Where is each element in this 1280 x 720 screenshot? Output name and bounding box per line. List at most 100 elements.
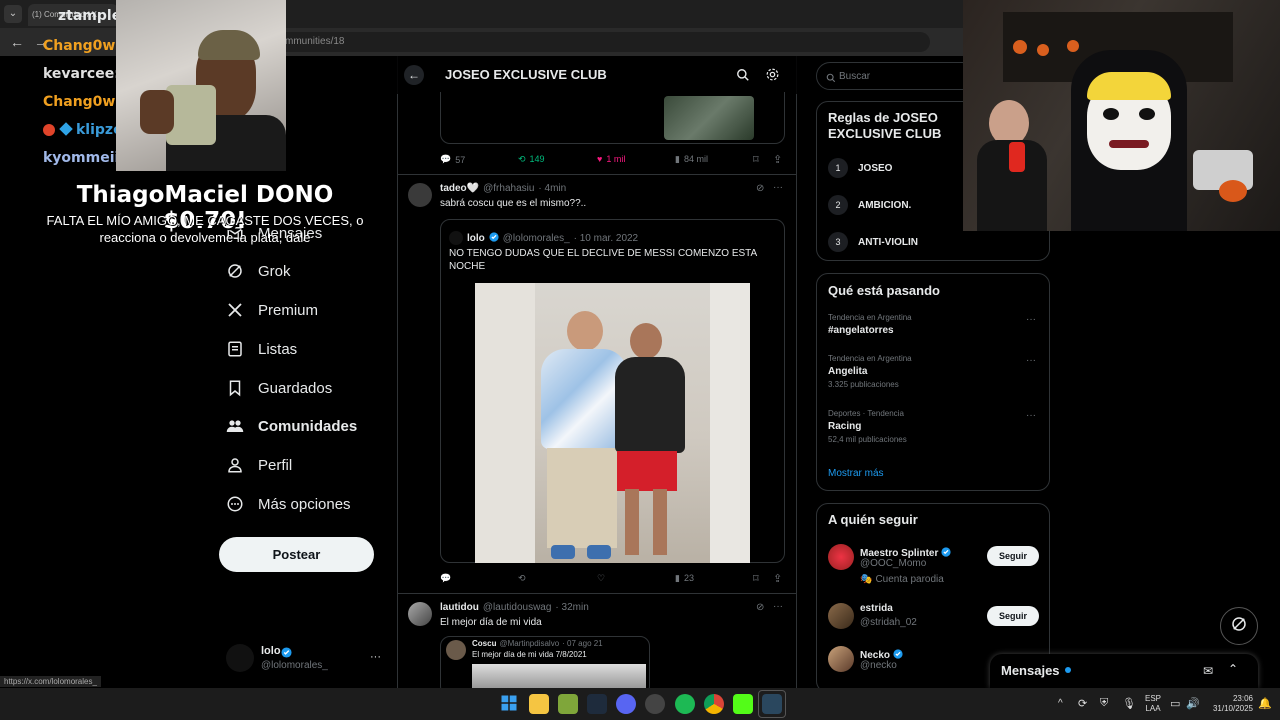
bookmark-button[interactable]: ⌑: [753, 572, 759, 585]
chrome-icon[interactable]: [704, 694, 724, 714]
start-windows-icon[interactable]: [500, 694, 520, 714]
grok-icon[interactable]: ⊘: [756, 602, 764, 613]
account-menu-button[interactable]: ···: [370, 651, 381, 663]
chat-username: kyommeii:: [43, 150, 125, 166]
tweet-time[interactable]: · 32min: [555, 602, 588, 613]
search-icon: [826, 70, 836, 88]
search-icon[interactable]: [736, 68, 750, 87]
heart-icon[interactable]: ♡: [597, 573, 605, 584]
tweet-author-name[interactable]: tadeo🤍: [440, 183, 479, 194]
monitor-icon[interactable]: ▭: [1170, 697, 1180, 710]
spotify-icon[interactable]: [675, 694, 695, 714]
tweet-author-name[interactable]: lautidou: [440, 602, 479, 613]
back-button[interactable]: ←: [404, 65, 424, 85]
views-button[interactable]: ▮ 84 mil: [675, 154, 708, 165]
retweet-button[interactable]: ⟲ 149: [518, 154, 545, 165]
app-icon[interactable]: [645, 694, 665, 714]
kick-icon[interactable]: [733, 694, 753, 714]
rule-item[interactable]: 1 JOSEO: [828, 158, 892, 178]
suggested-user-name[interactable]: estrida: [860, 603, 893, 614]
more-options-button[interactable]: ···: [1026, 355, 1036, 366]
search-input[interactable]: Buscar: [816, 62, 976, 90]
trends-title: Qué está pasando: [828, 283, 940, 298]
like-button[interactable]: ♥ 1 mil: [597, 154, 625, 164]
reply-icon: 💬: [440, 154, 452, 164]
tab-search-button[interactable]: ⌄: [4, 5, 22, 23]
tweet-time[interactable]: · 4min: [538, 183, 566, 194]
avatar[interactable]: [828, 646, 854, 672]
new-message-icon[interactable]: ✉: [1203, 664, 1213, 678]
tweet-author-handle[interactable]: @frhahasiu: [483, 183, 534, 194]
quote-author-handle: @Martinpdisalvo: [499, 639, 560, 648]
sidebar-item-perfil[interactable]: Perfil: [226, 451, 292, 479]
sidebar-item-comunidades[interactable]: Comunidades: [226, 412, 357, 440]
follow-button[interactable]: Seguir: [987, 546, 1039, 566]
grok-fab-button[interactable]: [1220, 607, 1258, 645]
trend-item[interactable]: Tendencia en Argentina Angelita 3.325 pu…: [828, 354, 1038, 389]
chevron-up-icon[interactable]: ⌃: [1228, 662, 1238, 676]
quote-time: · 07 ago 21: [562, 639, 603, 648]
avatar[interactable]: [828, 603, 854, 629]
trend-item[interactable]: Deportes · Tendencia Racing 52,4 mil pub…: [828, 409, 1038, 444]
reply-button[interactable]: 💬 57: [440, 154, 465, 165]
quote-time: · 10 mar. 2022: [573, 232, 639, 244]
follow-button[interactable]: Seguir: [987, 606, 1039, 626]
language-indicator[interactable]: ESP LAA: [1145, 694, 1161, 714]
list-icon: [226, 340, 244, 358]
chevron-up-icon[interactable]: ^: [1058, 698, 1063, 709]
rule-item[interactable]: 3 ANTI-VIOLIN: [828, 232, 918, 252]
retweet-icon[interactable]: ⟲: [518, 573, 526, 584]
back-arrow-icon[interactable]: ←: [10, 34, 24, 50]
clock[interactable]: 23:06 31/10/2025: [1207, 694, 1253, 714]
grok-icon[interactable]: ⊘: [756, 183, 764, 194]
active-app-highlight: [758, 690, 786, 718]
more-options-button[interactable]: ···: [1026, 410, 1036, 421]
tweet-text: sabrá coscu que es el mismo??..: [440, 198, 587, 209]
account-handle: @lolomorales_: [261, 660, 328, 671]
show-more-link[interactable]: Mostrar más: [828, 468, 884, 479]
trend-item[interactable]: Tendencia en Argentina #angelatorres: [828, 313, 1038, 336]
sidebar-item-grok[interactable]: Grok: [226, 257, 291, 285]
sidebar-item-premium[interactable]: Premium: [226, 296, 318, 324]
sidebar-item-mas-opciones[interactable]: Más opciones: [226, 490, 351, 518]
avatar[interactable]: [408, 183, 432, 207]
more-options-button[interactable]: ···: [773, 601, 783, 612]
url-field[interactable]: x.com/i/communities/18: [230, 32, 930, 52]
notification-icon[interactable]: 🔔: [1258, 697, 1272, 710]
microphone-icon[interactable]: 🎙: [1122, 697, 1136, 710]
sync-icon[interactable]: ⟳: [1078, 697, 1087, 710]
sidebar-item-label: Grok: [258, 262, 291, 280]
tweet-image[interactable]: [475, 283, 750, 563]
file-explorer-icon[interactable]: [529, 694, 549, 714]
post-button[interactable]: Postear: [219, 537, 374, 572]
rule-item[interactable]: 2 AMBICION.: [828, 195, 911, 215]
views-button[interactable]: ▮ 23: [675, 573, 694, 584]
sidebar-item-label: Listas: [258, 340, 298, 358]
share-button[interactable]: ⇪: [773, 153, 782, 166]
suggested-user-name[interactable]: Maestro Splinter: [860, 548, 938, 559]
share-button[interactable]: ⇪: [773, 572, 782, 585]
volume-icon[interactable]: 🔊: [1186, 697, 1200, 710]
quote-author-name: Coscu: [472, 639, 497, 648]
discord-icon[interactable]: [616, 694, 636, 714]
shield-icon[interactable]: ⛨: [1100, 697, 1108, 710]
gear-icon[interactable]: [765, 67, 780, 87]
avatar[interactable]: [226, 644, 254, 672]
steam-icon[interactable]: [587, 694, 607, 714]
more-options-button[interactable]: ···: [773, 182, 783, 193]
app-icon[interactable]: [558, 694, 578, 714]
suggested-user-name[interactable]: Necko: [860, 650, 890, 661]
avatar[interactable]: [828, 544, 854, 570]
tweet-image[interactable]: [472, 664, 646, 688]
divider: [398, 174, 796, 175]
avatar[interactable]: [408, 602, 432, 626]
sidebar-item-listas[interactable]: Listas: [226, 335, 297, 363]
bookmark-button[interactable]: ⌑: [753, 153, 759, 166]
tweet-author-handle[interactable]: @lautidouswag: [483, 602, 552, 613]
reply-icon[interactable]: 💬: [440, 573, 451, 584]
messages-drawer-title[interactable]: Mensajes: [1001, 663, 1060, 678]
suggested-user-handle: @OOC_Momo: [860, 558, 927, 569]
tweet-image[interactable]: [664, 96, 754, 140]
more-options-button[interactable]: ···: [1026, 314, 1036, 325]
sidebar-item-guardados[interactable]: Guardados: [226, 374, 332, 402]
